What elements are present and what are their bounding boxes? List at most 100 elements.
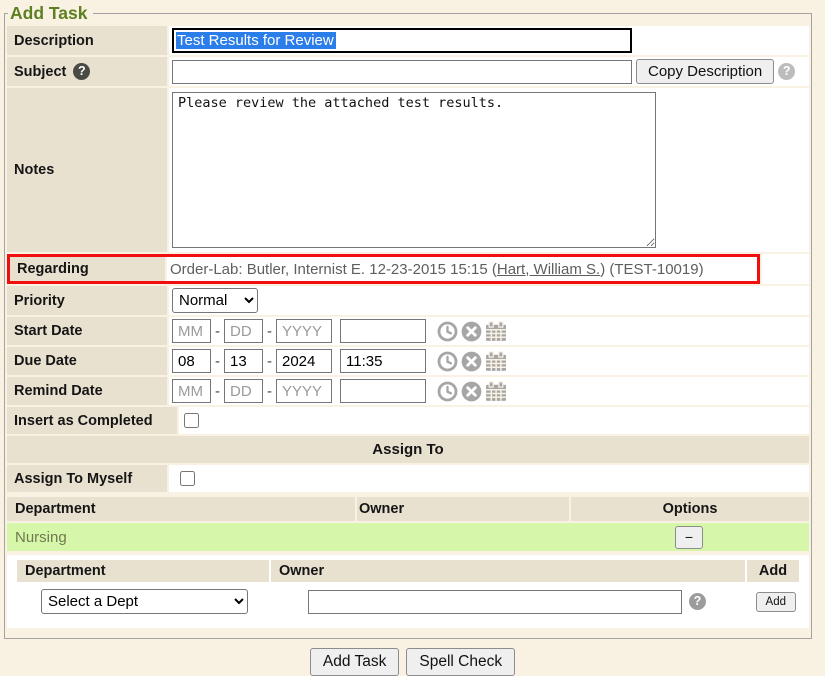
date-separator: - bbox=[215, 383, 220, 400]
assign-myself-label: Assign To Myself bbox=[7, 465, 167, 492]
subject-label: Subject bbox=[14, 64, 66, 80]
start-date-time-input[interactable] bbox=[340, 319, 426, 343]
add-task-fieldset: Add Task Description Test Results for Re… bbox=[4, 3, 812, 639]
clock-icon[interactable] bbox=[437, 381, 458, 402]
due-date-row: Due Date - - bbox=[7, 347, 809, 375]
due-date-time-input[interactable] bbox=[340, 349, 426, 373]
calendar-icon[interactable] bbox=[485, 321, 507, 342]
assign-to-section-header: Assign To bbox=[7, 436, 809, 463]
regarding-patient-link[interactable]: Hart, William S. bbox=[497, 261, 600, 278]
insert-completed-checkbox[interactable] bbox=[184, 413, 199, 428]
description-row: Description Test Results for Review bbox=[7, 26, 809, 55]
clock-icon[interactable] bbox=[437, 351, 458, 372]
add-assignment-section: Department Owner Add Select a Dept ? Add bbox=[7, 555, 809, 628]
date-separator: - bbox=[215, 353, 220, 370]
assign-myself-cell bbox=[169, 465, 809, 492]
insert-completed-label: Insert as Completed bbox=[7, 407, 177, 434]
assigned-header-options: Options bbox=[571, 497, 809, 521]
due-date-year-input[interactable] bbox=[276, 349, 332, 373]
notes-cell: Please review the attached test results. bbox=[169, 88, 809, 252]
notes-label: Notes bbox=[7, 88, 167, 252]
copy-description-help-icon[interactable]: ? bbox=[778, 63, 795, 80]
due-date-month-input[interactable] bbox=[172, 349, 211, 373]
remind-date-row: Remind Date - - bbox=[7, 377, 809, 405]
owner-help-icon[interactable]: ? bbox=[689, 593, 706, 610]
regarding-highlight-box: Regarding Order-Lab: Butler, Internist E… bbox=[7, 254, 760, 284]
priority-row: Priority Normal bbox=[7, 286, 809, 315]
calendar-icon[interactable] bbox=[485, 351, 507, 372]
start-date-icons bbox=[437, 321, 507, 342]
date-separator: - bbox=[215, 323, 220, 340]
date-separator: - bbox=[267, 353, 272, 370]
remind-date-icons bbox=[437, 381, 507, 402]
copy-description-button[interactable]: Copy Description bbox=[636, 59, 774, 84]
notes-row: Notes Please review the attached test re… bbox=[7, 88, 809, 252]
add-task-page: { "title": "Add Task", "fields": { "desc… bbox=[0, 3, 825, 673]
clear-date-icon[interactable] bbox=[461, 381, 482, 402]
start-date-cell: - - bbox=[169, 317, 809, 345]
subject-label-cell: Subject ? bbox=[7, 57, 167, 86]
clock-icon[interactable] bbox=[437, 321, 458, 342]
start-date-day-input[interactable] bbox=[224, 319, 263, 343]
regarding-text: Order-Lab: Butler, Internist E. 12-23-20… bbox=[170, 261, 704, 278]
insert-completed-cell bbox=[179, 407, 809, 434]
assigned-header-owner: Owner bbox=[357, 497, 569, 521]
add-task-button[interactable]: Add Task bbox=[310, 648, 399, 676]
regarding-row-filler bbox=[762, 254, 809, 284]
remove-assignment-button[interactable]: − bbox=[675, 526, 703, 549]
subject-cell: Copy Description ? bbox=[169, 57, 809, 86]
priority-label: Priority bbox=[7, 286, 167, 315]
description-cell: Test Results for Review bbox=[169, 26, 809, 55]
subject-help-icon[interactable]: ? bbox=[73, 63, 90, 80]
due-date-icons bbox=[437, 351, 507, 372]
selected-text: Test Results for Review bbox=[176, 32, 336, 49]
footer-actions: Add Task Spell Check bbox=[0, 648, 825, 676]
remind-date-label: Remind Date bbox=[7, 377, 167, 405]
calendar-icon[interactable] bbox=[485, 381, 507, 402]
regarding-label: Regarding bbox=[10, 257, 165, 281]
subject-input[interactable] bbox=[172, 60, 632, 84]
owner-input[interactable] bbox=[308, 590, 682, 614]
due-date-label: Due Date bbox=[7, 347, 167, 375]
insert-completed-row: Insert as Completed bbox=[7, 407, 809, 434]
department-select[interactable]: Select a Dept bbox=[41, 589, 248, 614]
assigned-options-cell: − bbox=[569, 526, 809, 549]
start-date-year-input[interactable] bbox=[276, 319, 332, 343]
date-separator: - bbox=[267, 323, 272, 340]
start-date-label: Start Date bbox=[7, 317, 167, 345]
priority-cell: Normal bbox=[169, 286, 809, 315]
assign-myself-checkbox[interactable] bbox=[180, 471, 195, 486]
description-input[interactable]: Test Results for Review bbox=[172, 28, 632, 53]
assigned-table-header: Department Owner Options bbox=[7, 497, 809, 521]
start-date-row: Start Date - - bbox=[7, 317, 809, 345]
date-separator: - bbox=[267, 383, 272, 400]
assigned-table-row: Nursing − bbox=[7, 523, 809, 551]
add-assignment-row: Select a Dept ? Add bbox=[17, 585, 799, 616]
start-date-month-input[interactable] bbox=[172, 319, 211, 343]
remind-date-cell: - - bbox=[169, 377, 809, 405]
add-table-header: Department Owner Add bbox=[17, 560, 799, 582]
add-assignment-button[interactable]: Add bbox=[756, 592, 796, 612]
assign-myself-row: Assign To Myself bbox=[7, 465, 809, 492]
remind-date-month-input[interactable] bbox=[172, 379, 211, 403]
remind-date-time-input[interactable] bbox=[340, 379, 426, 403]
add-header-owner: Owner bbox=[271, 560, 745, 582]
clear-date-icon[interactable] bbox=[461, 321, 482, 342]
description-label: Description bbox=[7, 26, 167, 55]
regarding-text-suffix: ) (TEST-10019) bbox=[600, 261, 703, 278]
clear-date-icon[interactable] bbox=[461, 351, 482, 372]
notes-textarea[interactable]: Please review the attached test results. bbox=[172, 92, 656, 248]
assigned-department-value: Nursing bbox=[7, 529, 357, 546]
due-date-day-input[interactable] bbox=[224, 349, 263, 373]
remind-date-year-input[interactable] bbox=[276, 379, 332, 403]
subject-row: Subject ? Copy Description ? bbox=[7, 57, 809, 86]
due-date-cell: - - bbox=[169, 347, 809, 375]
spell-check-button[interactable]: Spell Check bbox=[406, 648, 515, 676]
remind-date-day-input[interactable] bbox=[224, 379, 263, 403]
assigned-header-department: Department bbox=[7, 497, 355, 521]
regarding-text-prefix: Order-Lab: Butler, Internist E. 12-23-20… bbox=[170, 261, 497, 278]
priority-select[interactable]: Normal bbox=[172, 288, 258, 313]
regarding-row: Regarding Order-Lab: Butler, Internist E… bbox=[7, 254, 809, 284]
add-header-department: Department bbox=[17, 560, 269, 582]
page-title: Add Task bbox=[8, 3, 93, 24]
